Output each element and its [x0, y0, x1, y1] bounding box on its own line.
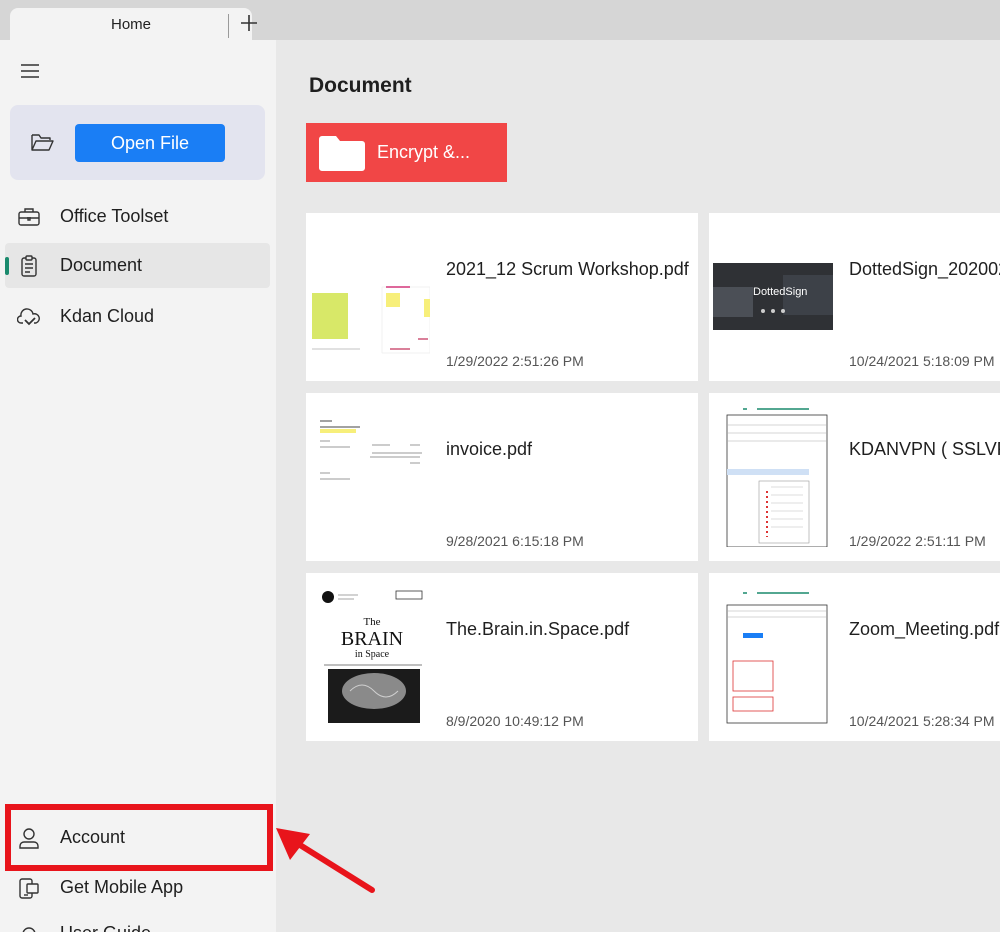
hamburger-menu-button[interactable]	[16, 60, 44, 82]
brain-title-line-2: BRAIN	[341, 628, 403, 650]
sidebar-item-label: Get Mobile App	[60, 877, 184, 897]
sidebar: Open File Office Toolset Document Kdan C…	[0, 40, 276, 932]
toolbox-icon	[18, 208, 40, 226]
encrypt-tile-label: Encrypt &...	[377, 142, 471, 162]
file-name: KDANVPN ( SSLVPN ) v01.pdf	[849, 439, 1000, 459]
file-card[interactable]: KDANVPN ( SSLVPN ) v01.pdf 1/29/2022 2:5…	[709, 393, 1000, 561]
file-name: DottedSign_20200211.pdf	[849, 259, 1000, 279]
add-tab-button[interactable]	[236, 10, 262, 36]
file-name: The.Brain.in.Space.pdf	[446, 619, 630, 639]
cloud-icon	[17, 308, 40, 326]
sidebar-item-user-guide[interactable]: User Guide	[5, 911, 270, 932]
file-card[interactable]: The BRAIN in Space The.Brain.in.Space.pd…	[306, 573, 698, 741]
file-name: Zoom_Meeting.pdf	[849, 619, 1000, 639]
open-file-button[interactable]: Open File	[75, 124, 225, 162]
plus-icon	[241, 15, 257, 31]
file-name: invoice.pdf	[446, 439, 533, 459]
tab-home[interactable]: Home	[10, 8, 252, 40]
file-thumbnail	[318, 407, 422, 547]
file-card[interactable]: Zoom_Meeting.pdf 10/24/2021 5:28:34 PM	[709, 573, 1000, 741]
annotation-highlight-box	[5, 804, 273, 871]
hamburger-icon	[21, 64, 39, 78]
sidebar-item-label: Kdan Cloud	[60, 306, 155, 326]
file-date: 8/9/2020 10:49:12 PM	[446, 713, 584, 729]
file-thumbnail	[723, 587, 828, 727]
file-card[interactable]: 2021_12 Scrum Workshop.pdf 1/29/2022 2:5…	[306, 213, 698, 381]
open-file-card: Open File	[10, 105, 265, 180]
tab-bar: Home	[0, 0, 1000, 40]
page-title: Document	[309, 74, 412, 97]
file-date: 9/28/2021 6:15:18 PM	[446, 533, 584, 549]
annotation-arrow-icon	[276, 828, 375, 893]
tab-separator	[228, 14, 229, 38]
file-date: 10/24/2021 5:18:09 PM	[849, 353, 995, 369]
file-date: 1/29/2022 2:51:11 PM	[849, 533, 986, 549]
file-thumbnail: DottedSign	[713, 263, 833, 330]
tab-home-label: Home	[110, 15, 151, 33]
sidebar-item-label: Office Toolset	[60, 206, 169, 226]
file-thumbnail: The BRAIN in Space	[318, 587, 428, 727]
file-card[interactable]: invoice.pdf 9/28/2021 6:15:18 PM	[306, 393, 698, 561]
file-date: 10/24/2021 5:28:34 PM	[849, 713, 995, 729]
clipboard-icon	[21, 255, 37, 277]
sidebar-item-label: Document	[60, 255, 143, 275]
file-thumbnail	[310, 277, 430, 354]
folder-open-icon[interactable]	[30, 131, 54, 153]
file-name: 2021_12 Scrum Workshop.pdf	[446, 259, 689, 279]
sidebar-item-document[interactable]: Document	[5, 243, 270, 288]
sidebar-item-kdan-cloud[interactable]: Kdan Cloud	[5, 294, 270, 339]
brain-title-line-3: in Space	[355, 649, 390, 660]
file-card[interactable]: DottedSign DottedSign_20200211.pdf 10/24…	[709, 213, 1000, 381]
encrypt-tile-button[interactable]: Encrypt &...	[306, 123, 507, 182]
sidebar-item-office-toolset[interactable]: Office Toolset	[5, 194, 270, 239]
active-indicator	[5, 257, 9, 275]
folder-icon	[319, 136, 365, 171]
sidebar-item-get-mobile-app[interactable]: Get Mobile App	[5, 865, 270, 910]
file-thumbnail	[723, 407, 828, 547]
mobile-icon	[19, 878, 39, 899]
brain-title-line-1: The	[363, 616, 380, 628]
file-date: 1/29/2022 2:51:26 PM	[446, 353, 584, 369]
dottedsign-logo-text: DottedSign	[753, 286, 807, 298]
main-content: Document Encrypt &... 2021_12 Scrum Work…	[276, 40, 1000, 932]
open-file-label: Open File	[110, 132, 190, 153]
guide-icon	[22, 927, 36, 932]
sidebar-item-label: User Guide	[60, 923, 151, 932]
